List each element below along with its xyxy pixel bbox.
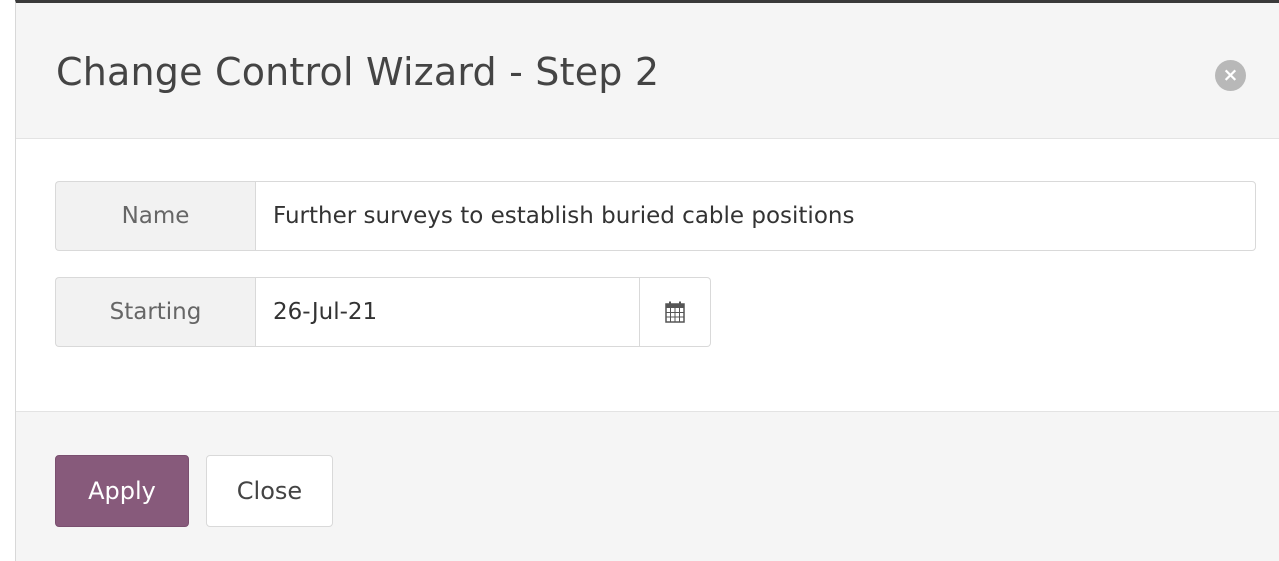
dialog-footer: Apply Close <box>16 411 1279 561</box>
name-input-group: Name <box>55 181 1256 251</box>
name-label: Name <box>55 181 255 251</box>
starting-input-group: Starting <box>55 277 711 347</box>
dialog-body: Name Starting <box>16 139 1279 411</box>
apply-button[interactable]: Apply <box>55 455 189 527</box>
dialog-header: Change Control Wizard - Step 2 × <box>16 3 1279 139</box>
starting-date-input[interactable] <box>255 277 640 347</box>
name-input[interactable] <box>255 181 1256 251</box>
close-button[interactable]: Close <box>206 455 333 527</box>
change-control-dialog: Change Control Wizard - Step 2 × Name St… <box>15 0 1279 561</box>
dialog-title: Change Control Wizard - Step 2 <box>56 50 660 94</box>
calendar-icon <box>665 301 685 323</box>
close-icon[interactable]: × <box>1215 60 1246 91</box>
calendar-button[interactable] <box>640 277 711 347</box>
starting-label: Starting <box>55 277 255 347</box>
